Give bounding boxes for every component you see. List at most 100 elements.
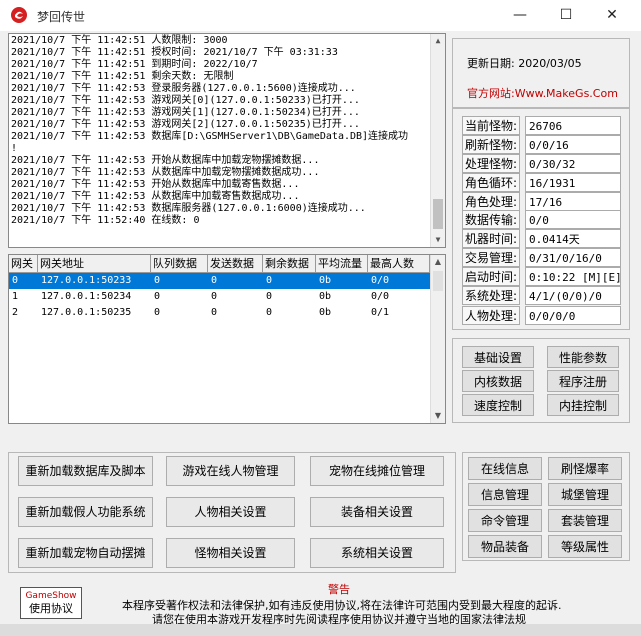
management-panel: 在线信息 刷怪爆率 信息管理 城堡管理 命令管理 套装管理 物品装备 等级属性 (462, 452, 630, 561)
action-button[interactable]: 程序注册 (547, 370, 619, 392)
action-button[interactable]: 等级属性 (548, 535, 622, 558)
action-button[interactable]: 内核数据 (462, 370, 534, 392)
scroll-thumb[interactable] (433, 199, 443, 229)
stats-panel: 当前怪物: 26706 刷新怪物: 0/0/16 处理怪物: 0/30/32 角色循环: 16… (452, 108, 630, 330)
table-cell: 0b (319, 291, 332, 302)
stat-value: 0.0414天 (525, 229, 621, 248)
log-scrollbar[interactable]: ▲ ▼ (430, 34, 445, 247)
action-button[interactable]: 系统相关设置 (310, 538, 444, 568)
action-button[interactable]: 宠物在线摊位管理 (310, 456, 444, 486)
table-cell: 127.0.0.1:50233 (41, 275, 132, 286)
scroll-up-icon[interactable]: ▲ (431, 255, 445, 269)
table-cell: 0 (154, 307, 161, 318)
table-cell: 2 (12, 307, 19, 318)
log-line: 2021/10/7 下午 11:42:53 游戏网关[0](127.0.0.1:… (11, 95, 360, 106)
table-cell: 127.0.0.1:50235 (41, 307, 132, 318)
action-button[interactable]: 信息管理 (468, 483, 542, 506)
log-line: 2021/10/7 下午 11:42:53 开始从数据库中加载寄售数据... (11, 179, 300, 190)
table-row[interactable]: 0 127.0.0.1:50233 0 0 0 0b 0/0 (9, 273, 430, 289)
log-line: 2021/10/7 下午 11:42:53 从数据库中加载寄售数据成功... (11, 191, 300, 202)
log-line: 2021/10/7 下午 11:42:53 从数据库中加载宠物摆摊数据成功... (11, 167, 320, 178)
reload-panel: 重新加载数据库及脚本 游戏在线人物管理 宠物在线摊位管理重新加载假人功能系统 人物相关… (8, 452, 456, 573)
gateway-table[interactable]: 网关 网关地址 队列数据 发送数据 剩余数据 平均流量 最高人数 0 127.0.… (8, 254, 446, 424)
stat-value: 0:10:22 [M][E] (525, 267, 621, 286)
app-logo-icon (11, 7, 27, 23)
window-title: 梦回传世 (37, 10, 86, 24)
scroll-down-icon[interactable]: ▼ (431, 233, 445, 247)
table-cell: 0 (12, 275, 19, 286)
log-lines: 2021/10/7 下午 11:42:51 人数限制: 3000 2021/10/… (11, 35, 431, 227)
gameshow-label: GameShow (25, 591, 77, 601)
action-button[interactable]: 命令管理 (468, 509, 542, 532)
log-line: 2021/10/7 下午 11:42:53 数据库服务器(127.0.0.1:6… (11, 203, 366, 214)
stat-label: 交易管理: (462, 248, 520, 267)
stat-label: 启动时间: (462, 267, 520, 286)
title-bar: 梦回传世 — ☐ ✕ (0, 0, 641, 31)
maximize-button[interactable]: ☐ (543, 0, 589, 31)
table-cell: 0 (211, 307, 218, 318)
log-line: 2021/10/7 下午 11:42:53 开始从数据库中加载宠物摆摊数据... (11, 155, 320, 166)
action-button[interactable]: 重新加载假人功能系统 (18, 497, 153, 527)
scroll-down-icon[interactable]: ▼ (431, 409, 445, 423)
minimize-button[interactable]: — (497, 0, 543, 31)
col-sent[interactable]: 发送数据 (208, 255, 263, 272)
action-button[interactable]: 重新加载数据库及脚本 (18, 456, 153, 486)
settings-panel: 基础设置 性能参数 内核数据 程序注册 速度控制 内挂控制 (452, 338, 630, 423)
action-button[interactable]: 在线信息 (468, 457, 542, 480)
stat-value: 17/16 (525, 192, 621, 211)
table-row[interactable]: 1 127.0.0.1:50234 0 0 0 0b 0/0 (9, 289, 430, 305)
scroll-thumb[interactable] (433, 271, 443, 291)
col-queue[interactable]: 队列数据 (151, 255, 208, 272)
server-log[interactable]: 2021/10/7 下午 11:42:51 人数限制: 3000 2021/10/… (8, 33, 446, 248)
table-cell: 0 (211, 291, 218, 302)
action-button[interactable]: 游戏在线人物管理 (166, 456, 295, 486)
info-panel: 更新日期: 2020/03/05 官方网站:Www.MakeGs.Com (452, 38, 630, 108)
stat-label: 系统处理: (462, 286, 520, 305)
stat-label: 处理怪物: (462, 154, 520, 173)
action-button[interactable]: 基础设置 (462, 346, 534, 368)
table-cell: 0/0 (371, 291, 390, 302)
table-cell: 0 (266, 307, 273, 318)
close-button[interactable]: ✕ (589, 0, 635, 31)
action-button[interactable]: 性能参数 (547, 346, 619, 368)
table-cell: 0 (154, 291, 161, 302)
col-address[interactable]: 网关地址 (38, 255, 151, 272)
table-cell: 0b (319, 307, 332, 318)
table-cell: 1 (12, 291, 19, 302)
stat-value: 0/30/32 (525, 154, 621, 173)
stat-value: 0/0/0/0 (525, 306, 621, 325)
warning-title: 警告 (328, 583, 350, 596)
table-cell: 127.0.0.1:50234 (41, 291, 132, 302)
action-button[interactable]: 人物相关设置 (166, 497, 295, 527)
col-avg-traffic[interactable]: 平均流量 (316, 255, 368, 272)
action-button[interactable]: 怪物相关设置 (166, 538, 295, 568)
stat-value: 26706 (525, 116, 621, 135)
log-line: 2021/10/7 下午 11:42:51 人数限制: 3000 (11, 35, 228, 46)
table-row[interactable]: 2 127.0.0.1:50235 0 0 0 0b 0/1 (9, 305, 430, 321)
log-line: 2021/10/7 下午 11:42:53 游戏网关[1](127.0.0.1:… (11, 107, 360, 118)
stat-value: 4/1/(0/0)/0 (525, 286, 621, 305)
action-button[interactable]: 速度控制 (462, 394, 534, 416)
usage-agreement-button[interactable]: GameShow 使用协议 (20, 587, 82, 619)
scroll-up-icon[interactable]: ▲ (431, 34, 445, 48)
action-button[interactable]: 城堡管理 (548, 483, 622, 506)
log-line: 2021/10/7 下午 11:42:51 授权时间: 2021/10/7 下午… (11, 47, 338, 58)
table-cell: 0 (154, 275, 161, 286)
action-button[interactable]: 刷怪爆率 (548, 457, 622, 480)
table-cell: 0 (266, 291, 273, 302)
stat-label: 刷新怪物: (462, 135, 520, 154)
col-max-users[interactable]: 最高人数 (368, 255, 430, 272)
action-button[interactable]: 装备相关设置 (310, 497, 444, 527)
col-remaining[interactable]: 剩余数据 (263, 255, 316, 272)
stat-label: 人物处理: (462, 306, 520, 325)
action-button[interactable]: 套装管理 (548, 509, 622, 532)
log-line: 2021/10/7 下午 11:42:51 到期时间: 2022/10/7 (11, 59, 258, 70)
stat-value: 0/0/16 (525, 135, 621, 154)
stat-label: 角色处理: (462, 192, 520, 211)
official-website-link[interactable]: 官方网站:Www.MakeGs.Com (467, 85, 618, 101)
action-button[interactable]: 物品装备 (468, 535, 542, 558)
action-button[interactable]: 重新加载宠物自动摆摊 (18, 538, 153, 568)
action-button[interactable]: 内挂控制 (547, 394, 619, 416)
col-gateway[interactable]: 网关 (9, 255, 38, 272)
table-scrollbar[interactable]: ▲ ▼ (430, 255, 445, 423)
